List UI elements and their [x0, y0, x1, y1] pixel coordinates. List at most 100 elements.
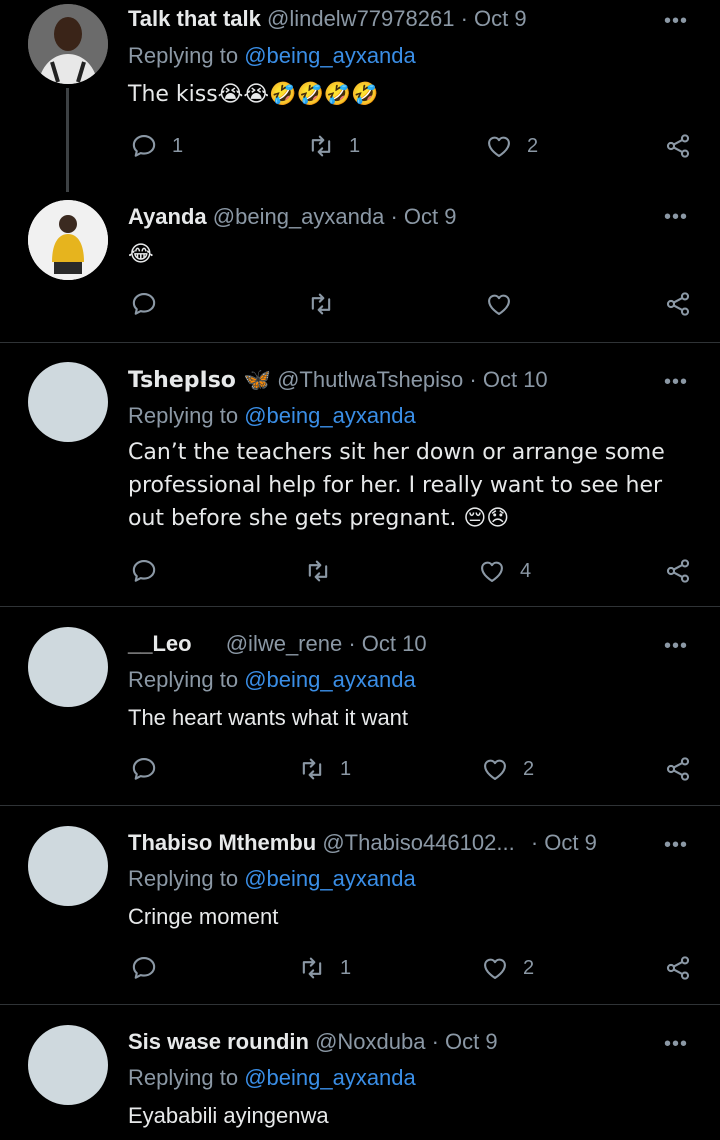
tweet-header: TshepIso 🦋 @ThutlwaTshepiso · Oct 10 — [128, 367, 548, 393]
more-icon[interactable]: ••• — [664, 10, 688, 33]
tweet-text: The kiss😭😭🤣🤣🤣🤣 — [128, 82, 379, 107]
reply-button[interactable] — [130, 290, 172, 318]
retweet-icon — [298, 954, 326, 982]
reply-icon — [130, 557, 158, 585]
mention-link[interactable]: @being_ayxanda — [244, 43, 416, 68]
tweet-header: Thabiso Mthembu @Thabiso446102... · Oct … — [128, 830, 597, 856]
separator-dot: · — [425, 1029, 446, 1054]
like-button[interactable]: 4 — [478, 557, 531, 585]
more-icon[interactable]: ••• — [664, 1033, 688, 1056]
like-count: 2 — [527, 134, 539, 157]
more-icon[interactable]: ••• — [664, 206, 688, 229]
tweet-card[interactable]: Sis wase roundin @Noxduba · Oct 9 ••• Re… — [0, 1005, 720, 1140]
retweet-button[interactable]: 1 — [298, 954, 351, 982]
tweet-date[interactable]: Oct 9 — [474, 6, 527, 31]
display-name[interactable]: Talk that talk — [128, 6, 261, 31]
separator-dot: · — [524, 830, 545, 855]
more-icon[interactable]: ••• — [664, 371, 688, 394]
like-count: 2 — [523, 757, 535, 780]
tweet-header: Sis wase roundin @Noxduba · Oct 9 — [128, 1029, 498, 1055]
like-count: 2 — [523, 956, 535, 979]
user-handle[interactable]: @lindelw77978261 — [267, 6, 454, 31]
replying-label: Replying to — [128, 1065, 245, 1090]
display-name[interactable]: Thabiso Mthembu — [128, 830, 316, 855]
avatar[interactable] — [28, 627, 108, 707]
user-handle[interactable]: @Noxduba — [315, 1029, 425, 1054]
avatar[interactable] — [28, 4, 108, 84]
reply-button[interactable] — [130, 557, 172, 585]
tweet-date[interactable]: Oct 10 — [483, 367, 548, 392]
avatar[interactable] — [28, 362, 108, 442]
reply-button[interactable] — [130, 954, 172, 982]
tweet-card[interactable]: __Leo @ilwe_rene · Oct 10 ••• Replying t… — [0, 607, 720, 805]
tweet-date[interactable]: Oct 9 — [404, 204, 457, 229]
reply-count: 1 — [172, 134, 184, 157]
like-button[interactable] — [485, 290, 527, 318]
avatar[interactable] — [28, 826, 108, 906]
retweet-button[interactable]: 1 — [307, 132, 360, 160]
reply-icon — [130, 290, 158, 318]
display-name[interactable]: Sis wase roundin — [128, 1029, 309, 1054]
retweet-count: 1 — [349, 134, 361, 157]
share-icon — [664, 954, 692, 982]
avatar[interactable] — [28, 200, 108, 280]
tweet-date[interactable]: Oct 9 — [544, 830, 597, 855]
share-icon — [664, 755, 692, 783]
user-handle[interactable]: @being_ayxanda — [213, 204, 385, 229]
retweet-button[interactable] — [307, 290, 349, 318]
display-name[interactable]: Ayanda — [128, 204, 207, 229]
replying-label: Replying to — [128, 43, 245, 68]
tweet-card[interactable]: TshepIso 🦋 @ThutlwaTshepiso · Oct 10 •••… — [0, 343, 720, 606]
tweet-header: Ayanda @being_ayxanda · Oct 9 — [128, 204, 457, 230]
tweet-date[interactable]: Oct 10 — [362, 631, 427, 656]
share-icon — [664, 557, 692, 585]
share-button[interactable] — [664, 954, 692, 982]
retweet-button[interactable] — [304, 557, 346, 585]
more-icon[interactable]: ••• — [664, 635, 688, 658]
display-name[interactable]: TshepIso 🦋 — [128, 368, 271, 393]
separator-dot: · — [384, 204, 404, 229]
user-handle[interactable]: @Thabiso446102... — [322, 830, 514, 855]
mention-link[interactable]: @being_ayxanda — [244, 1065, 416, 1090]
reply-button[interactable]: 1 — [130, 132, 183, 160]
user-handle[interactable]: @ilwe_rene — [226, 631, 343, 656]
tweet-card[interactable]: Thabiso Mthembu @Thabiso446102... · Oct … — [0, 806, 720, 1004]
retweet-count: 1 — [340, 956, 352, 979]
reply-button[interactable] — [130, 755, 172, 783]
reply-icon — [130, 954, 158, 982]
tweet-date[interactable]: Oct 9 — [445, 1029, 498, 1054]
retweet-icon — [307, 132, 335, 160]
user-handle[interactable]: @ThutlwaTshepiso — [277, 367, 463, 392]
replying-to: Replying to @being_ayxanda — [128, 1065, 416, 1091]
share-button[interactable] — [664, 557, 692, 585]
retweet-button[interactable]: 1 — [298, 755, 351, 783]
tweet-header: Talk that talk @lindelw77978261 · Oct 9 — [128, 6, 527, 32]
separator-dot: · — [342, 631, 362, 656]
tweet-text: The heart wants what it want — [128, 705, 409, 730]
replying-label: Replying to — [128, 667, 245, 692]
like-button[interactable]: 2 — [481, 954, 534, 982]
like-button[interactable]: 2 — [485, 132, 538, 160]
avatar[interactable] — [28, 1025, 108, 1105]
separator-dot: · — [454, 6, 475, 31]
replying-to: Replying to @being_ayxanda — [128, 866, 416, 892]
tweet-card[interactable]: Talk that talk @lindelw77978261 · Oct 9 … — [0, 0, 720, 192]
mention-link[interactable]: @being_ayxanda — [244, 667, 416, 692]
tweet-text: Cringe moment — [128, 904, 279, 929]
mention-link[interactable]: @being_ayxanda — [244, 866, 416, 891]
like-count: 4 — [520, 559, 532, 582]
more-icon[interactable]: ••• — [664, 834, 688, 857]
share-button[interactable] — [664, 132, 692, 160]
share-button[interactable] — [664, 290, 692, 318]
share-button[interactable] — [664, 755, 692, 783]
replying-to: Replying to @being_ayxanda — [128, 43, 416, 69]
tweet-card[interactable]: Ayanda @being_ayxanda · Oct 9 ••• 😂 — [0, 192, 720, 342]
tweet-text: Eyababili ayingenwa — [128, 1103, 329, 1128]
separator-dot: · — [463, 367, 483, 392]
mention-link[interactable]: @being_ayxanda — [244, 403, 416, 428]
reply-icon — [130, 755, 158, 783]
replying-to: Replying to @being_ayxanda — [128, 667, 416, 693]
like-button[interactable]: 2 — [481, 755, 534, 783]
replying-to: Replying to @being_ayxanda — [128, 403, 416, 429]
display-name[interactable]: __Leo — [128, 631, 192, 656]
